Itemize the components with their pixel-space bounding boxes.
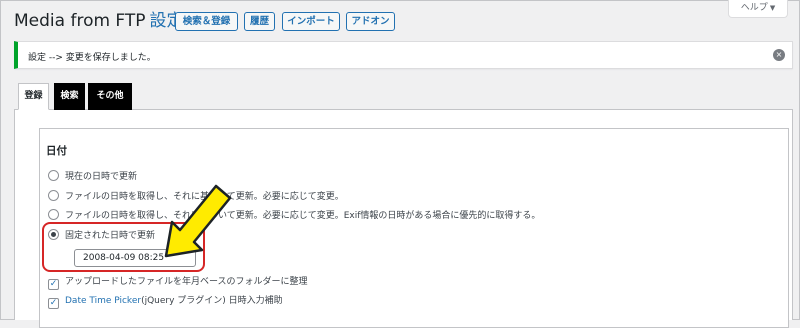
chevron-down-icon: ▼ — [769, 4, 776, 12]
checkbox-datetime-picker[interactable]: ✓ Date Time Picker(jQuery プラグイン) 日時入力補助 — [48, 295, 283, 309]
radio-label: 固定された日時で更新 — [65, 231, 156, 241]
section-title-date: 日付 — [46, 145, 67, 157]
checkbox-label: アップロードしたファイルを年月ベースのフォルダーに整理 — [65, 277, 308, 287]
tab-register[interactable]: 登録 — [18, 83, 49, 110]
search-register-button[interactable]: 検索＆登録 — [175, 12, 238, 31]
close-icon[interactable]: × — [773, 49, 785, 61]
addon-button[interactable]: アドオン — [346, 12, 395, 31]
radio-button[interactable] — [48, 170, 59, 181]
radio-option-current-time[interactable]: 現在の日時で更新 — [48, 170, 137, 183]
tab-search[interactable]: 検索 — [54, 83, 85, 110]
checkbox-folder-by-month[interactable]: ✓ アップロードしたファイルを年月ベースのフォルダーに整理 — [48, 276, 308, 290]
datetime-picker-link[interactable]: Date Time Picker — [65, 296, 141, 306]
checkbox-checked[interactable]: ✓ — [48, 279, 59, 290]
page-title: Media from FTP 設定 — [14, 11, 184, 31]
radio-button[interactable] — [48, 190, 59, 201]
notice-success: 設定 --> 変更を保存しました。 × — [14, 41, 793, 69]
radio-label: 現在の日時で更新 — [65, 172, 138, 182]
checkbox-checked[interactable]: ✓ — [48, 298, 59, 309]
radio-option-file-time-exif[interactable]: ファイルの日時を取得し、それに基づいて更新。必要に応じて変更。Exif情報の日時… — [48, 209, 540, 222]
radio-button-selected[interactable] — [48, 229, 59, 240]
tab-other[interactable]: その他 — [88, 83, 132, 110]
history-button[interactable]: 履歴 — [244, 12, 275, 31]
help-label: ヘルプ — [740, 3, 768, 13]
page-title-text: Media from FTP — [14, 11, 146, 31]
arrow-annotation-icon — [164, 184, 232, 258]
radio-option-fixed-time[interactable]: 固定された日時で更新 — [48, 229, 155, 242]
radio-label: ファイルの日時を取得し、それに基づいて更新。必要に応じて変更。Exif情報の日時… — [65, 211, 541, 221]
notice-text: 設定 --> 変更を保存しました。 — [28, 53, 156, 63]
radio-button[interactable] — [48, 209, 59, 220]
help-tab[interactable]: ヘルプ ▼ — [728, 0, 788, 18]
checkbox-label: (jQuery プラグイン) 日時入力補助 — [141, 296, 283, 306]
import-button[interactable]: インポート — [282, 12, 340, 31]
